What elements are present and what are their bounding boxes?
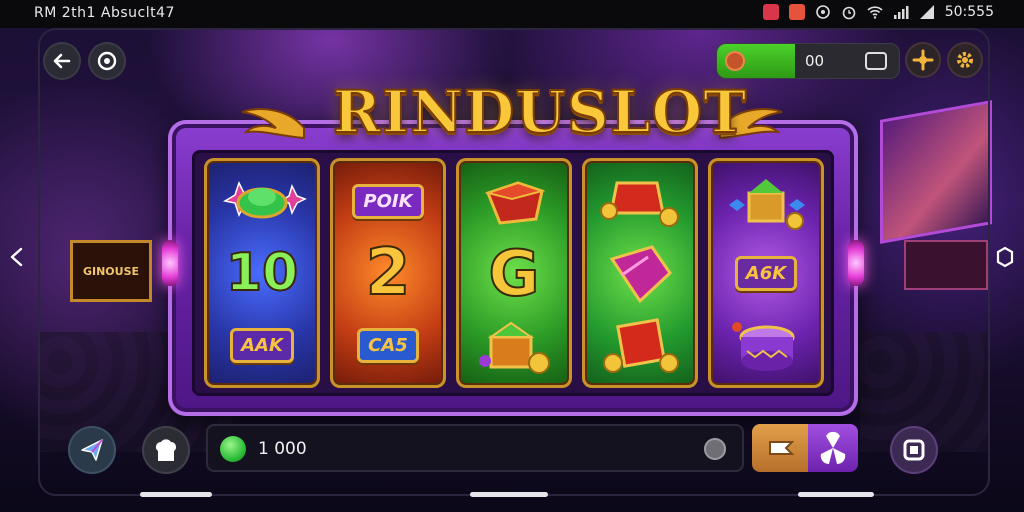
move-button[interactable] <box>905 42 941 78</box>
red-box-coins-icon <box>590 312 690 378</box>
status-bar-time: 50:555 <box>944 4 994 20</box>
reel-4 <box>582 158 698 388</box>
green-cap-star-icon <box>212 168 312 234</box>
status-bar-right: 50:555 <box>762 4 994 20</box>
signal-icon <box>893 6 909 19</box>
green-chest-coins-icon <box>464 312 564 378</box>
symbol-poik: POIK <box>352 183 424 219</box>
balance-pill[interactable]: 00 <box>716 43 900 79</box>
bet-amount-value: 1 000 <box>258 439 307 459</box>
game-title: RINDUSLOT <box>332 77 748 147</box>
reel-1: 10 AAK <box>204 158 320 388</box>
bet-amount-field[interactable]: 1 000 <box>206 424 744 472</box>
reel-2-plaque-bottom: CA5 <box>338 312 438 378</box>
fan-icon <box>820 431 846 465</box>
share-button[interactable] <box>68 426 116 474</box>
record-button[interactable] <box>88 42 126 80</box>
crosshair-icon <box>912 49 934 71</box>
symbol-ca5: CA5 <box>357 327 419 363</box>
coin-icon <box>725 51 745 71</box>
chef-hat-icon <box>156 439 176 461</box>
spin-button[interactable] <box>808 424 858 472</box>
reel-1-number: 10 <box>212 240 312 306</box>
battery-icon <box>919 5 934 19</box>
auto-spin-button[interactable] <box>752 424 808 472</box>
chevron-left-icon[interactable] <box>6 246 28 268</box>
symbol-two: 2 <box>365 235 412 311</box>
paper-plane-icon <box>81 439 103 461</box>
bet-info-icon[interactable] <box>704 438 726 460</box>
back-button[interactable] <box>43 42 81 80</box>
reel-2: POIK 2 CA5 <box>330 158 446 388</box>
status-bar: RM 2th1 Absuclt47 50:555 <box>0 0 1024 28</box>
reels-window: 10 AAK POIK 2 CA5 G A6K <box>192 150 834 396</box>
wifi-icon <box>867 6 883 19</box>
flag-icon <box>769 441 795 455</box>
bottom-controls: 1 000 <box>38 418 986 492</box>
symbol-aak: AAK <box>230 327 294 363</box>
reel-3-letter: G <box>464 236 564 311</box>
location-icon <box>815 5 830 19</box>
ruby-gem-icon <box>590 240 690 306</box>
reel-5-plaque: A6K <box>716 240 816 306</box>
reel-2-number: 2 <box>338 235 438 311</box>
reel-2-plaque-top: POIK <box>338 168 438 234</box>
slot-machine: 10 AAK POIK 2 CA5 G A6K <box>162 120 864 416</box>
arrow-left-icon <box>53 53 71 69</box>
green-chest-gems-icon <box>716 168 816 234</box>
purple-drum-icon <box>716 312 816 378</box>
home-indicator[interactable] <box>470 492 548 497</box>
symbol-a6k: A6K <box>734 255 798 291</box>
alarm-icon <box>842 6 856 20</box>
reel-3: G <box>456 158 572 388</box>
wallet-icon <box>865 52 887 70</box>
exit-button[interactable] <box>890 426 938 474</box>
balance-value: 00 <box>805 52 825 70</box>
profile-button[interactable] <box>142 426 190 474</box>
notification-icon-2 <box>788 4 805 20</box>
frame-icon <box>903 439 925 461</box>
status-bar-left-text: RM 2th1 Absuclt47 <box>34 5 175 21</box>
symbol-g: G <box>488 236 541 311</box>
gear-icon <box>957 52 973 68</box>
reel-5: A6K <box>708 158 824 388</box>
red-chest-coins-icon <box>590 168 690 234</box>
target-icon <box>97 51 117 71</box>
laurel-left-icon <box>241 108 305 140</box>
side-light-right <box>848 240 864 286</box>
notification-icon <box>762 4 779 20</box>
nav-pill-left <box>140 492 212 497</box>
hexagon-icon[interactable] <box>994 246 1016 268</box>
side-light-left <box>162 240 178 286</box>
symbol-ten: 10 <box>225 242 299 304</box>
balance-coin-area <box>717 44 795 78</box>
settings-button[interactable] <box>947 42 983 78</box>
nav-pill-right <box>798 492 874 497</box>
reel-1-plaque: AAK <box>212 312 312 378</box>
treasure-box-icon <box>464 168 564 234</box>
gem-icon <box>220 436 246 462</box>
spin-combo-button[interactable] <box>752 424 858 472</box>
